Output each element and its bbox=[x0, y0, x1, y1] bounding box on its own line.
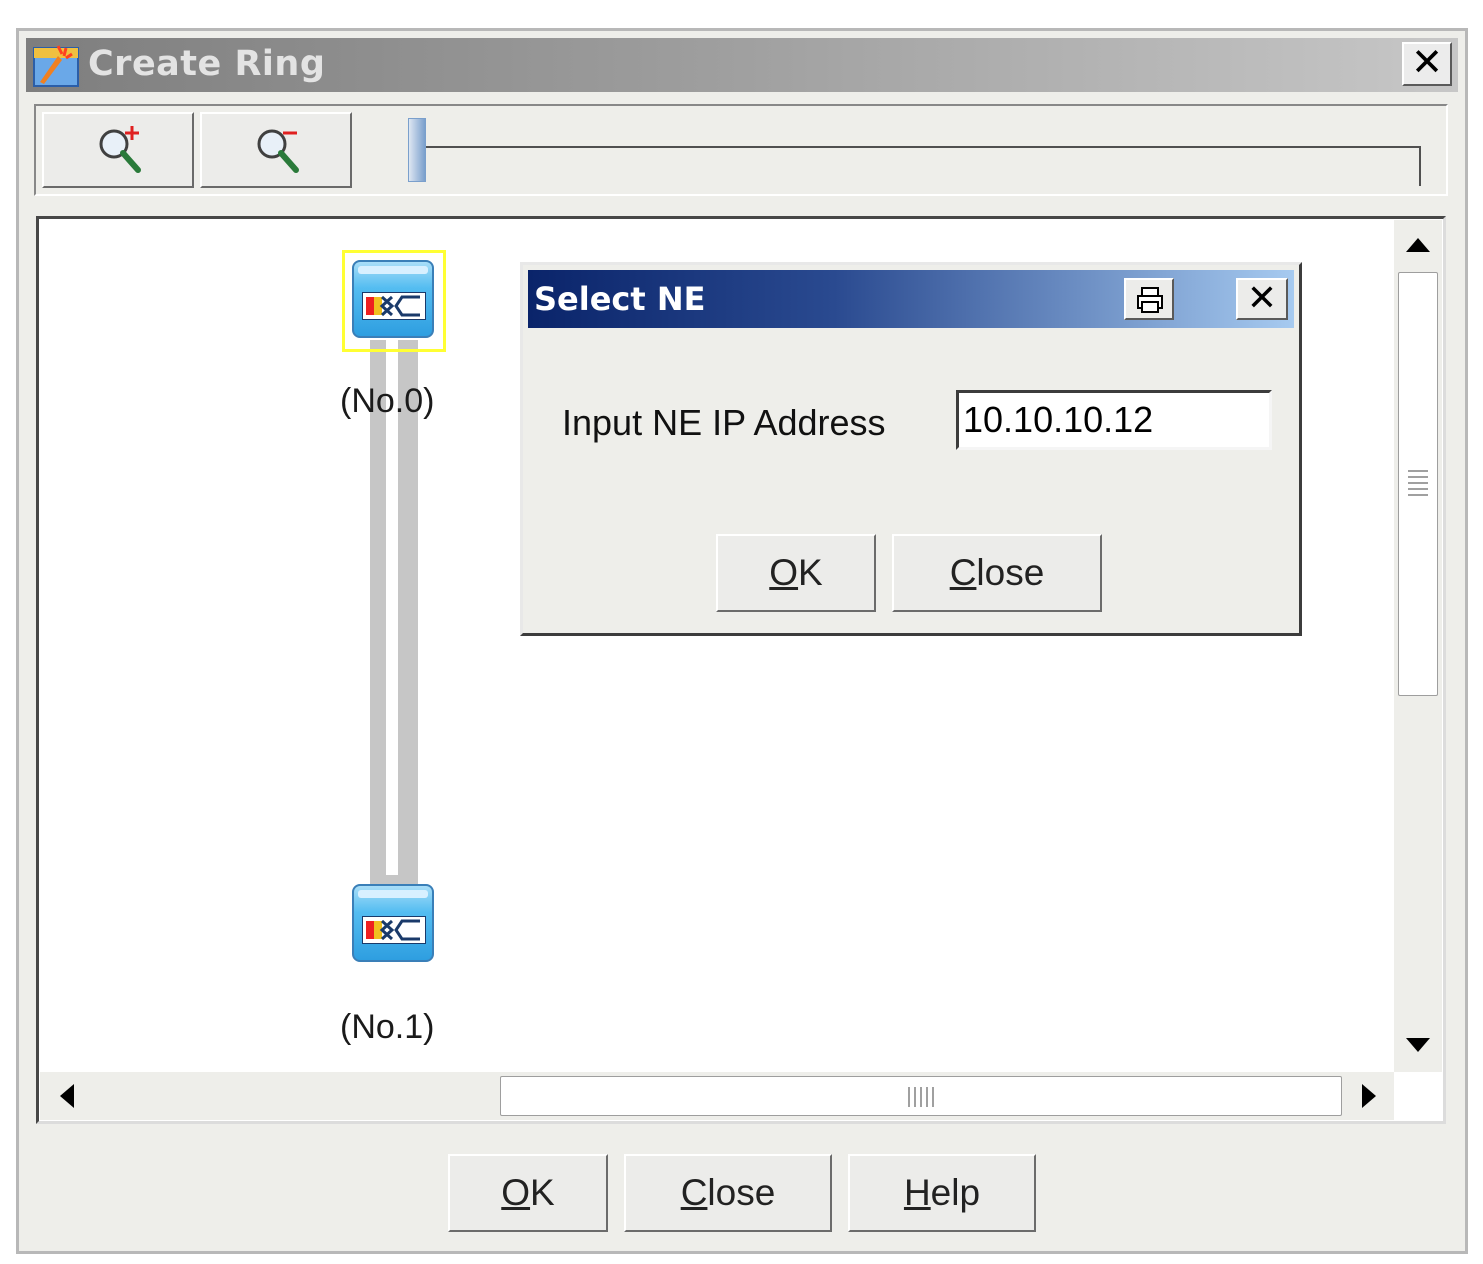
close-label-rest: lose bbox=[707, 1172, 776, 1213]
dxc-badge bbox=[362, 292, 426, 320]
network-element-icon[interactable] bbox=[352, 884, 434, 962]
zoom-in-icon bbox=[99, 126, 141, 173]
grip-icon bbox=[908, 1087, 934, 1107]
zoom-out-icon bbox=[257, 129, 299, 173]
ip-address-label: Input NE IP Address bbox=[562, 402, 886, 443]
close-mnemonic: C bbox=[949, 552, 977, 593]
close-icon: ✕ bbox=[1411, 42, 1443, 84]
zoom-slider-track[interactable] bbox=[416, 140, 1422, 188]
ok-label-rest: K bbox=[530, 1172, 555, 1213]
ip-address-input[interactable] bbox=[956, 390, 1272, 450]
dialog-close-button[interactable]: ✕ bbox=[1236, 278, 1288, 320]
ok-button[interactable]: OK bbox=[448, 1154, 608, 1232]
ne-label-no0: (No.0) bbox=[340, 382, 435, 420]
scroll-up-arrow-icon[interactable] bbox=[1404, 236, 1432, 254]
grip-icon bbox=[1408, 470, 1428, 496]
horizontal-scroll-thumb[interactable] bbox=[500, 1076, 1342, 1116]
ok-label-rest: K bbox=[798, 552, 823, 593]
window-close-button[interactable]: ✕ bbox=[1402, 42, 1452, 86]
close-mnemonic: C bbox=[680, 1172, 708, 1213]
dxc-badge bbox=[362, 916, 426, 944]
window-title: Create Ring bbox=[88, 44, 326, 84]
print-icon bbox=[1137, 287, 1163, 313]
scroll-down-arrow-icon[interactable] bbox=[1404, 1036, 1432, 1054]
scroll-left-arrow-icon[interactable] bbox=[58, 1082, 76, 1110]
close-label-rest: lose bbox=[976, 552, 1045, 593]
zoom-in-button[interactable] bbox=[42, 112, 194, 188]
help-label-rest: elp bbox=[930, 1172, 981, 1213]
ring-link[interactable] bbox=[366, 340, 424, 900]
scroll-right-arrow-icon[interactable] bbox=[1360, 1082, 1378, 1110]
vertical-scroll-thumb[interactable] bbox=[1398, 272, 1438, 696]
close-icon: ✕ bbox=[1246, 277, 1278, 318]
help-mnemonic: H bbox=[903, 1172, 931, 1213]
ne-label-no1: (No.1) bbox=[340, 1008, 435, 1046]
app-wizard-icon bbox=[32, 42, 82, 88]
zoom-out-button[interactable] bbox=[200, 112, 352, 188]
dialog-print-button[interactable] bbox=[1124, 278, 1174, 320]
help-button[interactable]: Help bbox=[848, 1154, 1036, 1232]
close-button[interactable]: Close bbox=[624, 1154, 832, 1232]
network-element-icon[interactable] bbox=[352, 260, 434, 338]
ok-mnemonic: O bbox=[769, 552, 799, 593]
dialog-close-text-button[interactable]: Close bbox=[892, 534, 1102, 612]
dialog-ok-button[interactable]: OK bbox=[716, 534, 876, 612]
ok-mnemonic: O bbox=[501, 1172, 531, 1213]
zoom-slider-thumb[interactable] bbox=[408, 118, 426, 182]
dialog-title: Select NE bbox=[534, 280, 706, 318]
